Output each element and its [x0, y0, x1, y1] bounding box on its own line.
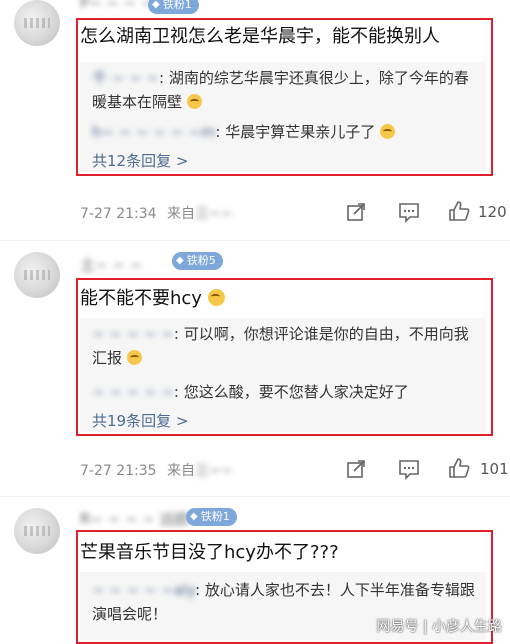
fan-badge-label: 铁粉1	[200, 510, 230, 523]
reply-item[interactable]: 千 ~ ~ ~: 湖南的综艺华晨宇还真很少上，除了今年的春暖基本在隔壁	[92, 66, 476, 114]
reply-username[interactable]: ~ ~ ~ ~ ~	[92, 383, 174, 401]
emoji-icon	[186, 94, 202, 109]
divider	[0, 240, 510, 241]
reply-area[interactable]: ~ ~ ~ ~ ~: 可以啊，你想评论谁是你的自由，不用向我汇报 ~ ~ ~ ~…	[80, 318, 486, 432]
share-icon[interactable]	[345, 458, 367, 480]
like-icon[interactable]	[448, 200, 470, 222]
comment-body: 能不能不要hcy	[80, 288, 202, 309]
view-replies-link[interactable]: 共12条回复 >	[92, 150, 188, 171]
avatar[interactable]	[14, 0, 60, 46]
fan-badge: ◆ 铁粉1	[148, 0, 199, 14]
comment-icon[interactable]	[398, 458, 420, 480]
emoji-icon	[126, 350, 142, 365]
view-replies-link[interactable]: 共19条回复 >	[92, 410, 188, 431]
comment-text: 能不能不要hcy	[80, 284, 225, 310]
source-device: 三~~	[195, 463, 233, 479]
username[interactable]: R~ ~ ~ ~ 远欧	[80, 508, 190, 529]
comment-text: 芒果音乐节目没了hcy办不了???	[80, 542, 339, 563]
reply-username[interactable]: ~ ~ ~ ~ ~	[92, 325, 174, 343]
timestamp: 7-27 21:34	[80, 206, 157, 222]
share-icon[interactable]	[345, 201, 367, 223]
watermark: 网易号 | 小彦人生路	[376, 619, 502, 635]
reply-username[interactable]: h~ ~ ~ ~ ~ ~m	[92, 123, 215, 141]
diamond-icon: ◆	[152, 0, 160, 10]
avatar[interactable]	[14, 252, 60, 298]
source-label: 来自	[167, 463, 196, 479]
comment-meta: 7-27 21:35 来自三~~	[80, 460, 233, 480]
reply-item[interactable]: h~ ~ ~ ~ ~ ~m: 华晨宇算芒果亲儿子了	[92, 120, 476, 144]
emoji-icon	[207, 289, 225, 306]
reply-item[interactable]: ~ ~ ~ ~ ~: 您这么酸，要不您替人家决定好了	[92, 380, 476, 404]
emoji-icon	[379, 124, 395, 139]
avatar[interactable]	[14, 508, 60, 554]
comment-meta: 7-27 21:34 来自三~~	[80, 203, 233, 223]
like-icon[interactable]	[448, 457, 470, 479]
username[interactable]: 土~ ~ ~	[80, 254, 142, 275]
source-device: 三~~	[195, 206, 233, 222]
fan-badge-label: 铁粉1	[162, 0, 192, 11]
divider	[0, 496, 510, 497]
comment-text: 怎么湖南卫视怎么老是华晨宇，能不能换别人	[80, 26, 440, 47]
like-count: 120	[478, 203, 507, 221]
username[interactable]: P~ ~ ~ ~	[80, 0, 154, 12]
fan-badge: ◆ 铁粉1	[186, 508, 237, 526]
reply-item[interactable]: ~ ~ ~ ~ ~: 可以啊，你想评论谁是你的自由，不用向我汇报	[92, 322, 476, 370]
reply-username[interactable]: 千 ~ ~ ~	[92, 69, 159, 87]
reply-text: : 您这么酸，要不您替人家决定好了	[173, 383, 409, 401]
fan-badge: ◆ 铁粉5	[172, 252, 223, 270]
reply-text: : 华晨宇算芒果亲儿子了	[215, 123, 376, 141]
fan-badge-label: 铁粉5	[186, 254, 216, 267]
source-label: 来自	[167, 206, 196, 222]
reply-area[interactable]: 千 ~ ~ ~: 湖南的综艺华晨宇还真很少上，除了今年的春暖基本在隔壁 h~ ~…	[80, 62, 486, 172]
like-count: 101	[480, 460, 509, 478]
reply-username[interactable]: ~ ~ ~ ~ ~aly	[92, 581, 195, 599]
comment-icon[interactable]	[398, 201, 420, 223]
diamond-icon: ◆	[176, 255, 184, 266]
timestamp: 7-27 21:35	[80, 463, 157, 479]
diamond-icon: ◆	[190, 511, 198, 522]
